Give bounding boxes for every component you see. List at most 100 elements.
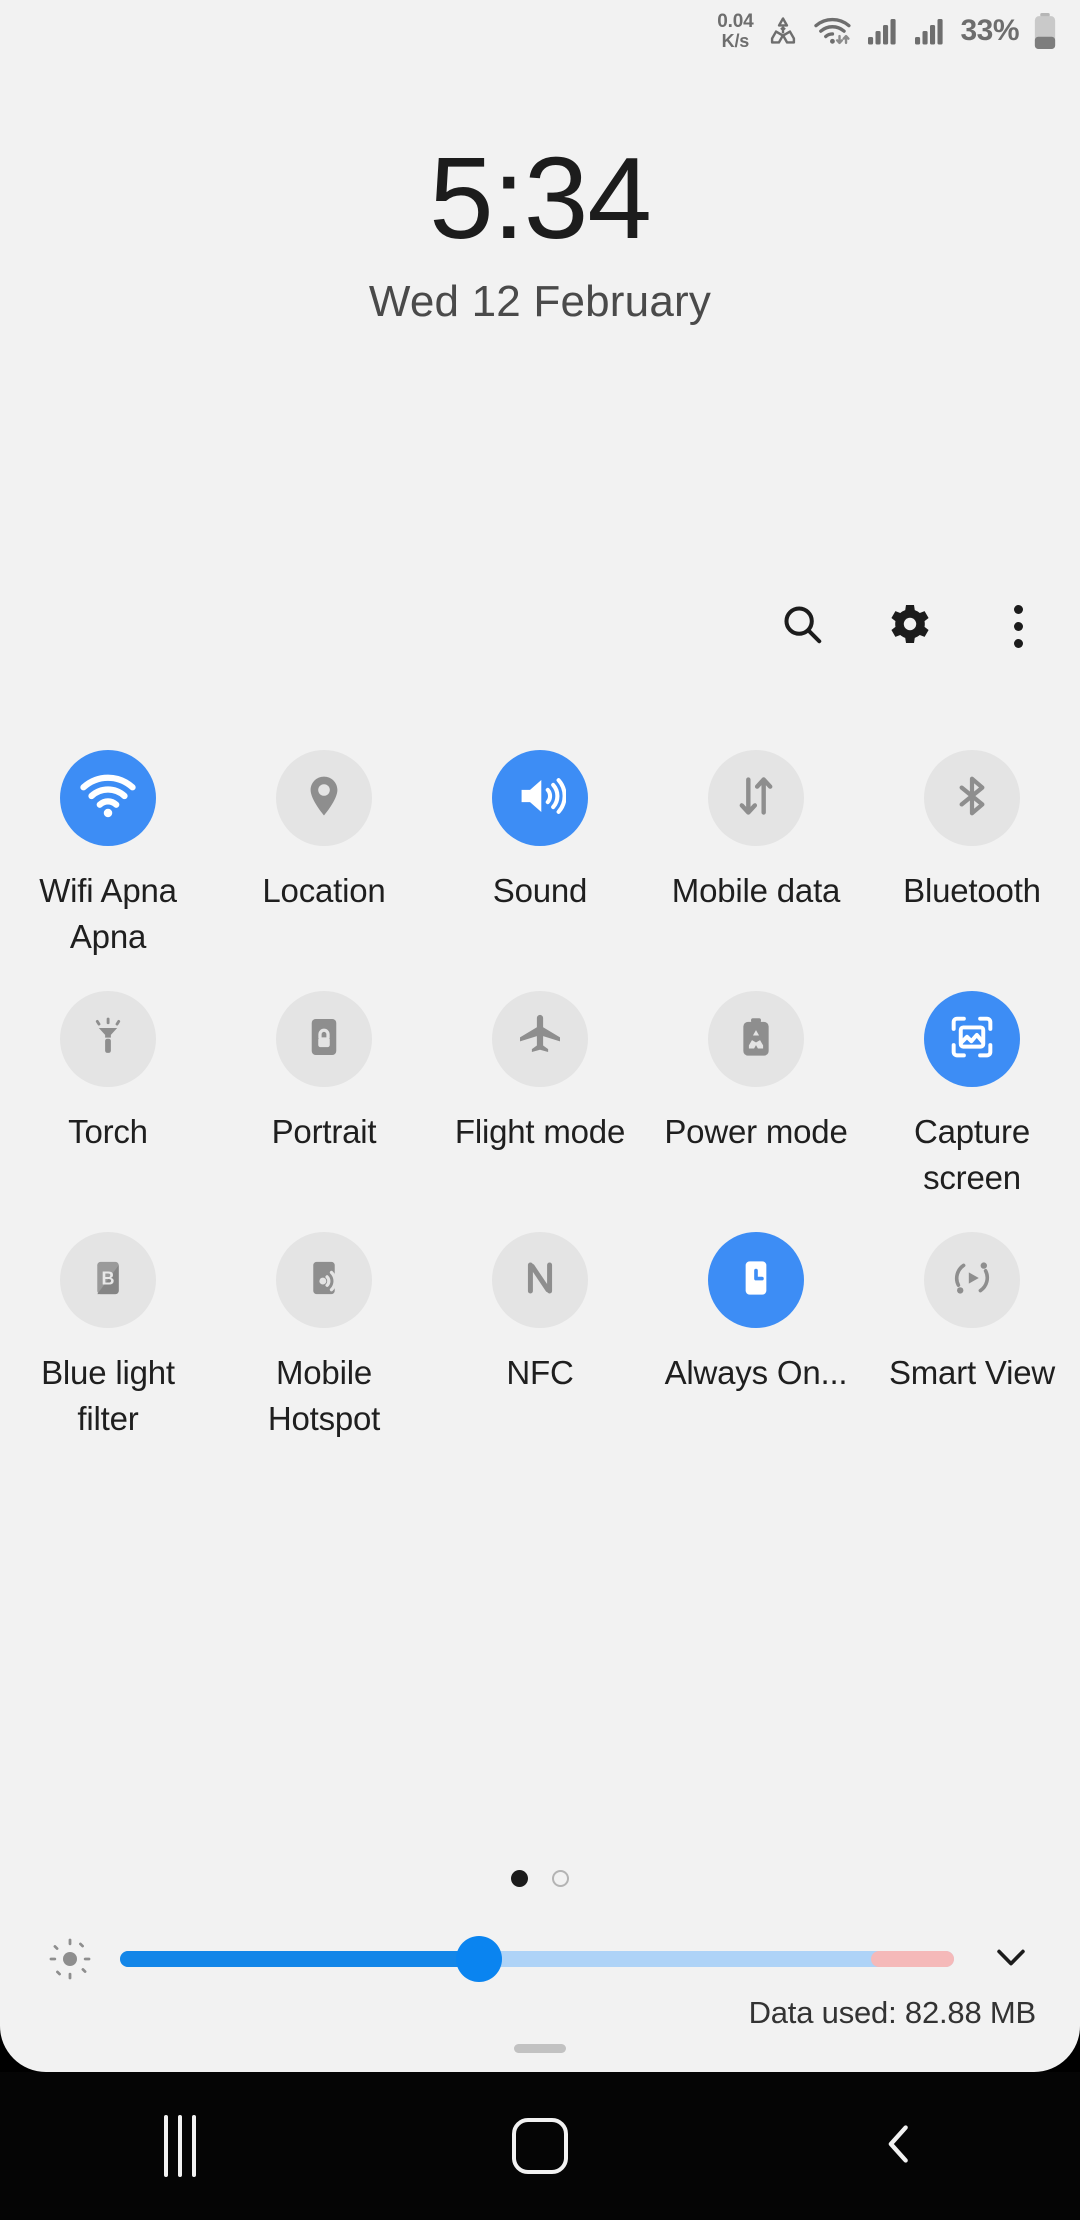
tile-label: Torch xyxy=(68,1113,148,1151)
search-button[interactable] xyxy=(774,598,830,654)
wifi-icon xyxy=(79,771,137,826)
always-on-display-icon xyxy=(733,1255,779,1306)
tile-label: Capture screen xyxy=(913,1113,1030,1196)
slider-warm-zone xyxy=(870,1951,954,1967)
settings-button[interactable] xyxy=(882,598,938,654)
tile-icon-wrapper xyxy=(276,991,372,1088)
brightness-row xyxy=(0,1915,1080,2003)
tile-icon-wrapper xyxy=(60,991,156,1088)
tile-label: Smart View xyxy=(888,1354,1056,1392)
tile-nfc[interactable]: NFC xyxy=(432,1200,648,1441)
volume-on-icon xyxy=(514,770,567,827)
location-pin-icon xyxy=(300,772,348,825)
tile-bluetooth[interactable]: Bluetooth xyxy=(864,718,1080,959)
quick-settings-grid: Wifi Apna Apna Location Sound Mobile dat… xyxy=(0,718,1080,1441)
chevron-down-icon xyxy=(989,1935,1033,1984)
tile-label: NFC xyxy=(506,1354,574,1392)
more-options-button[interactable] xyxy=(990,598,1046,654)
tile-icon-wrapper xyxy=(492,750,588,846)
tile-icon-wrapper xyxy=(924,750,1020,846)
slider-fill xyxy=(120,1951,479,1967)
tile-label: Mobile Hotspot xyxy=(267,1354,381,1437)
airplane-icon xyxy=(515,1012,565,1067)
data-usage-label[interactable]: Data used: 82.88 MB xyxy=(749,1995,1037,2031)
quick-settings-toolbar xyxy=(774,598,1046,654)
tile-icon-wrapper xyxy=(276,1232,372,1329)
tile-mobile-data[interactable]: Mobile data xyxy=(648,718,864,959)
bluetooth-icon xyxy=(949,773,995,824)
home-button[interactable] xyxy=(455,2091,625,2201)
tile-label: Wifi Apna Apna xyxy=(39,872,177,955)
back-icon xyxy=(874,2118,926,2175)
slider-thumb[interactable] xyxy=(455,1936,502,1982)
flashlight-icon xyxy=(85,1014,131,1065)
tile-wifi[interactable]: Wifi Apna Apna xyxy=(0,718,216,959)
data-saver-icon xyxy=(766,14,800,48)
tile-label: Bluetooth xyxy=(903,872,1041,909)
battery-percent-label: 33% xyxy=(960,14,1019,47)
power-saving-icon xyxy=(733,1014,779,1065)
more-vertical-icon xyxy=(1013,604,1023,648)
battery-icon xyxy=(1032,12,1058,50)
clock-widget[interactable]: 5:34 Wed 12 February xyxy=(0,130,1080,327)
screenshot-icon xyxy=(947,1012,997,1067)
tile-icon-wrapper xyxy=(708,750,804,846)
tile-label: Always On... xyxy=(664,1354,848,1392)
tile-icon-wrapper xyxy=(924,1232,1020,1329)
signal-sim2-icon xyxy=(913,16,947,46)
drag-handle[interactable] xyxy=(514,2044,566,2053)
clock-date: Wed 12 February xyxy=(368,276,712,326)
navigation-bar xyxy=(0,2072,1080,2220)
brightness-icon xyxy=(34,1935,106,1983)
page-dot-2[interactable] xyxy=(552,1870,569,1887)
tile-label: Sound xyxy=(492,872,588,909)
page-dot-1[interactable] xyxy=(511,1870,528,1887)
expand-brightness-button[interactable] xyxy=(976,1924,1046,1994)
search-icon xyxy=(779,601,825,652)
tile-label: Mobile data xyxy=(671,872,841,909)
tile-sound[interactable]: Sound xyxy=(432,718,648,959)
smart-view-icon xyxy=(948,1254,996,1307)
tile-label: Flight mode xyxy=(454,1113,626,1151)
tile-mobile-hotspot[interactable]: Mobile Hotspot xyxy=(216,1200,432,1441)
tile-icon-wrapper xyxy=(708,991,804,1088)
tile-label: Portrait xyxy=(271,1113,377,1151)
back-button[interactable] xyxy=(815,2091,985,2201)
tile-smart-view[interactable]: Smart View xyxy=(864,1200,1080,1441)
recents-button[interactable] xyxy=(95,2091,265,2201)
tile-blue-light-filter[interactable]: B Blue light filter xyxy=(0,1200,216,1441)
gear-icon xyxy=(886,600,934,653)
wifi-icon xyxy=(813,14,853,48)
tile-label: Blue light filter xyxy=(41,1354,175,1437)
tile-portrait[interactable]: Portrait xyxy=(216,959,432,1200)
mobile-data-icon xyxy=(733,773,779,824)
home-icon xyxy=(512,2118,568,2174)
brightness-slider[interactable] xyxy=(120,1936,954,1982)
signal-sim1-icon xyxy=(866,16,900,46)
tile-location[interactable]: Location xyxy=(216,718,432,959)
status-bar: 0.04 K/s 33% xyxy=(0,0,1080,62)
tile-torch[interactable]: Torch xyxy=(0,959,216,1200)
network-speed-unit: K/s xyxy=(721,30,750,51)
recents-icon xyxy=(164,2115,196,2177)
tile-label: Location xyxy=(262,872,386,909)
phone-screen: 0.04 K/s 33% 5:34 Wed 12 February Wifi A… xyxy=(0,0,1080,2220)
tile-icon-wrapper xyxy=(708,1232,804,1329)
quick-settings-panel: 0.04 K/s 33% 5:34 Wed 12 February Wifi A… xyxy=(0,0,1080,2072)
tile-icon-wrapper: B xyxy=(60,1232,156,1329)
hotspot-icon xyxy=(301,1255,347,1306)
tile-icon-wrapper xyxy=(924,991,1020,1088)
tile-icon-wrapper xyxy=(60,750,156,846)
blue-light-filter-icon: B xyxy=(85,1255,131,1306)
tile-label: Power mode xyxy=(664,1113,848,1151)
tile-icon-wrapper xyxy=(492,991,588,1088)
tile-capture-screen[interactable]: Capture screen xyxy=(864,959,1080,1200)
network-speed-indicator: 0.04 K/s xyxy=(717,12,753,50)
rotation-lock-icon xyxy=(301,1014,347,1065)
svg-text:B: B xyxy=(102,1268,115,1288)
tile-icon-wrapper xyxy=(276,750,372,846)
nfc-icon xyxy=(517,1255,563,1306)
tile-always-on-display[interactable]: Always On... xyxy=(648,1200,864,1441)
tile-flight-mode[interactable]: Flight mode xyxy=(432,959,648,1200)
tile-power-mode[interactable]: Power mode xyxy=(648,959,864,1200)
